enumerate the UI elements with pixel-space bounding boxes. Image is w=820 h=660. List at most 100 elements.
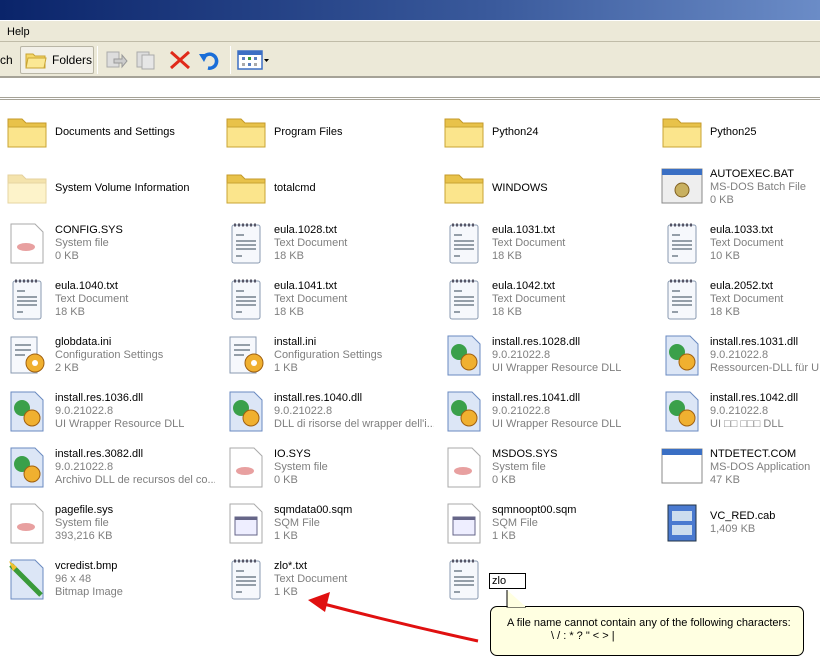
file-name: VC_RED.cab — [710, 510, 776, 522]
file-type: Text Document — [710, 293, 784, 305]
file-size: 0 KB — [710, 194, 734, 206]
file-name: eula.1042.txt — [492, 280, 555, 292]
file-item[interactable]: sqmdata00.sqm SQM File 1 KB — [219, 498, 437, 552]
file-item[interactable]: install.ini Configuration Settings 1 KB — [219, 330, 437, 384]
views-button[interactable] — [237, 46, 271, 74]
address-bar[interactable] — [0, 80, 820, 100]
file-item[interactable] — [437, 554, 655, 608]
file-item[interactable]: eula.2052.txt Text Document 18 KB — [655, 274, 820, 328]
txt-icon — [442, 221, 486, 265]
sys-icon — [442, 445, 486, 489]
search-button[interactable]: ch — [0, 46, 13, 74]
file-item[interactable]: sqmnoopt00.sqm SQM File 1 KB — [437, 498, 655, 552]
file-item[interactable]: IO.SYS System file 0 KB — [219, 442, 437, 496]
file-size: 1 KB — [274, 362, 298, 374]
file-size: 0 KB — [55, 250, 79, 262]
file-type: Configuration Settings — [55, 349, 164, 361]
folders-button[interactable]: Folders — [20, 46, 94, 74]
delete-button[interactable] — [168, 46, 192, 74]
rename-input[interactable] — [489, 573, 526, 589]
toolbar-separator — [97, 46, 98, 74]
file-item[interactable]: vcredist.bmp 96 x 48 Bitmap Image — [0, 554, 218, 608]
file-item[interactable]: Program Files — [219, 106, 437, 160]
file-name: eula.1041.txt — [274, 280, 337, 292]
file-item[interactable]: NTDETECT.COM MS-DOS Application 47 KB — [655, 442, 820, 496]
file-item[interactable]: pagefile.sys System file 393,216 KB — [0, 498, 218, 552]
file-item[interactable]: zlo*.txt Text Document 1 KB — [219, 554, 437, 608]
txt-icon — [224, 221, 268, 265]
file-item[interactable]: totalcmd — [219, 162, 437, 216]
file-size: 1 KB — [492, 530, 516, 542]
file-size: 1 KB — [274, 586, 298, 598]
file-name: eula.1033.txt — [710, 224, 773, 236]
folder-icon — [442, 109, 486, 153]
cab-icon — [660, 501, 704, 545]
file-type: 1,409 KB — [710, 523, 756, 535]
undo-button[interactable] — [198, 46, 222, 74]
file-item[interactable]: install.res.3082.dll 9.0.21022.8 Archivo D… — [0, 442, 218, 496]
file-name: pagefile.sys — [55, 504, 114, 516]
file-item[interactable]: MSDOS.SYS System file 0 KB — [437, 442, 655, 496]
file-item[interactable]: eula.1031.txt Text Document 18 KB — [437, 218, 655, 272]
file-item[interactable]: eula.1040.txt Text Document 18 KB — [0, 274, 218, 328]
file-item[interactable]: globdata.ini Configuration Settings 2 KB — [0, 330, 218, 384]
ini-icon — [5, 333, 49, 377]
file-size: 1 KB — [274, 530, 298, 542]
file-type: Configuration Settings — [274, 349, 383, 361]
txt-icon — [660, 221, 704, 265]
file-item[interactable]: install.res.1031.dll 9.0.21022.8 Ressource… — [655, 330, 820, 384]
tooltip-line-2: \ / : * ? " < > | — [551, 630, 615, 642]
file-size: 18 KB — [710, 306, 740, 318]
folder-icon — [25, 53, 47, 69]
file-type: 9.0.21022.8 — [274, 405, 333, 417]
folder-icon — [660, 109, 704, 153]
file-size: UI Wrapper Resource DLL — [492, 362, 622, 374]
sqm-icon — [442, 501, 486, 545]
file-item[interactable]: WINDOWS — [437, 162, 655, 216]
file-item[interactable]: eula.1041.txt Text Document 18 KB — [219, 274, 437, 328]
file-size: Ressourcen-DLL für UI- — [710, 362, 820, 374]
file-item[interactable]: VC_RED.cab 1,409 KB — [655, 498, 820, 552]
copy-to-button[interactable] — [134, 46, 158, 74]
invalid-filename-tooltip: A file name cannot contain any of the fo… — [490, 606, 804, 656]
file-type: Text Document — [710, 237, 784, 249]
file-item[interactable]: AUTOEXEC.BAT MS-DOS Batch File 0 KB — [655, 162, 820, 216]
file-item[interactable]: install.res.1036.dll 9.0.21022.8 UI Wrappe… — [0, 386, 218, 440]
file-item[interactable]: install.res.1040.dll 9.0.21022.8 DLL di ri… — [219, 386, 437, 440]
file-item[interactable]: CONFIG.SYS System file 0 KB — [0, 218, 218, 272]
file-item[interactable]: Python24 — [437, 106, 655, 160]
file-item[interactable]: install.res.1041.dll 9.0.21022.8 UI Wrappe… — [437, 386, 655, 440]
file-name: install.res.3082.dll — [55, 448, 144, 460]
txt-icon — [224, 557, 268, 601]
file-name: Documents and Settings — [55, 126, 175, 138]
file-size: UI Wrapper Resource DLL — [55, 418, 185, 430]
file-item[interactable]: install.res.1042.dll 9.0.21022.8 UI □□ □□□… — [655, 386, 820, 440]
file-item[interactable]: Documents and Settings — [0, 106, 218, 160]
file-item[interactable]: Python25 — [655, 106, 820, 160]
file-item[interactable]: System Volume Information — [0, 162, 218, 216]
file-item[interactable]: install.res.1028.dll 9.0.21022.8 UI Wrappe… — [437, 330, 655, 384]
file-type: Text Document — [492, 293, 566, 305]
file-name: Python24 — [492, 126, 539, 138]
txt-icon — [224, 277, 268, 321]
sys-icon — [5, 501, 49, 545]
file-name: Program Files — [274, 126, 343, 138]
file-item[interactable]: eula.1028.txt Text Document 18 KB — [219, 218, 437, 272]
dll-icon — [224, 389, 268, 433]
file-size: 2 KB — [55, 362, 79, 374]
menu-help[interactable]: Help — [7, 26, 30, 38]
file-name: IO.SYS — [274, 448, 311, 460]
folder-icon — [442, 165, 486, 209]
sqm-icon — [224, 501, 268, 545]
dll-icon — [5, 445, 49, 489]
file-name: globdata.ini — [55, 336, 112, 348]
file-list: Documents and Settings Program Files Pytho… — [0, 104, 820, 660]
file-size: UI Wrapper Resource DLL — [492, 418, 622, 430]
move-to-button[interactable] — [104, 46, 128, 74]
sys-icon — [5, 221, 49, 265]
file-name: eula.2052.txt — [710, 280, 773, 292]
file-item[interactable]: eula.1042.txt Text Document 18 KB — [437, 274, 655, 328]
file-size: 18 KB — [274, 306, 304, 318]
file-type: MS-DOS Application — [710, 461, 811, 473]
file-item[interactable]: eula.1033.txt Text Document 10 KB — [655, 218, 820, 272]
